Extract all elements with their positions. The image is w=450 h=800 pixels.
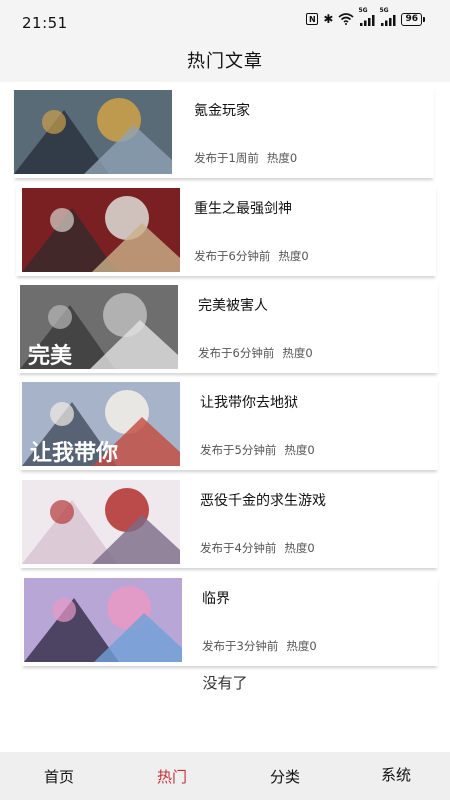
article-title: 氪金玩家 <box>194 103 250 119</box>
page-title: 热门文章 <box>187 51 263 72</box>
article-meta: 发布于1周前 热度0 <box>194 150 297 166</box>
article-thumbnail <box>22 188 180 272</box>
article-title: 完美被害人 <box>198 298 268 314</box>
article-heat: 热度0 <box>286 639 317 653</box>
article-card[interactable]: 让我带你 让我带你去地狱 发布于5分钟前 热度0 <box>20 378 438 470</box>
battery-icon: 96 <box>401 12 425 26</box>
article-published: 发布于6分钟前 <box>198 346 275 360</box>
nav-system[interactable]: 系统 <box>381 764 411 785</box>
bluetooth-icon: ✱ <box>323 12 334 26</box>
nav-hot[interactable]: 热门 <box>157 766 187 787</box>
article-card[interactable]: 完美 完美被害人 发布于6分钟前 热度0 <box>18 281 438 373</box>
article-thumbnail: 让我带你 <box>22 382 180 466</box>
svg-text:让我带你: 让我带你 <box>30 441 118 466</box>
article-published: 发布于5分钟前 <box>200 443 277 457</box>
article-card[interactable]: 临界 发布于3分钟前 热度0 <box>22 574 438 666</box>
article-thumbnail: 完美 <box>20 285 178 369</box>
article-heat: 热度0 <box>282 346 313 360</box>
article-heat: 热度0 <box>284 443 315 457</box>
article-meta: 发布于5分钟前 热度0 <box>200 442 315 458</box>
article-title: 恶役千金的求生游戏 <box>200 493 326 509</box>
article-card[interactable]: 恶役千金的求生游戏 发布于4分钟前 热度0 <box>20 476 438 568</box>
nfc-icon: N <box>306 13 319 25</box>
article-card[interactable]: 重生之最强剑神 发布于6分钟前 热度0 <box>16 184 436 276</box>
article-meta: 发布于4分钟前 热度0 <box>200 540 315 556</box>
article-meta: 发布于6分钟前 热度0 <box>198 345 313 361</box>
title-bar: 热门文章 <box>0 38 450 82</box>
article-title: 重生之最强剑神 <box>194 201 292 217</box>
article-card[interactable]: 氪金玩家 发布于1周前 热度0 <box>14 86 434 178</box>
signal-5g-icon: 5G <box>358 7 375 26</box>
article-title: 让我带你去地狱 <box>200 395 298 411</box>
signal-label: 5G <box>358 7 368 14</box>
signal-label: 5G <box>379 7 389 14</box>
article-published: 发布于4分钟前 <box>200 541 277 555</box>
list-end-text: 没有了 <box>202 674 248 692</box>
article-heat: 热度0 <box>278 249 309 263</box>
status-icons: N ✱ 5G 5G 96 <box>306 7 425 26</box>
wifi-icon <box>338 12 354 26</box>
article-thumbnail <box>22 480 180 564</box>
article-meta: 发布于6分钟前 热度0 <box>194 248 309 264</box>
article-published: 发布于6分钟前 <box>194 249 271 263</box>
status-bar: 21:51 N ✱ 5G 5G 96 <box>0 0 450 38</box>
nav-category[interactable]: 分类 <box>270 766 300 787</box>
svg-text:完美: 完美 <box>28 343 73 369</box>
article-heat: 热度0 <box>266 151 298 165</box>
article-title: 临界 <box>202 591 230 607</box>
article-thumbnail <box>14 90 172 174</box>
article-published: 发布于1周前 <box>194 151 259 165</box>
signal-5g-icon: 5G <box>379 7 396 26</box>
bottom-nav: 首页 热门 分类 系统 <box>0 752 450 800</box>
article-thumbnail <box>24 578 182 662</box>
article-heat: 热度0 <box>284 541 315 555</box>
article-published: 发布于3分钟前 <box>202 639 279 653</box>
status-time: 21:51 <box>22 14 68 32</box>
nav-home[interactable]: 首页 <box>44 766 74 787</box>
article-meta: 发布于3分钟前 热度0 <box>202 638 317 654</box>
